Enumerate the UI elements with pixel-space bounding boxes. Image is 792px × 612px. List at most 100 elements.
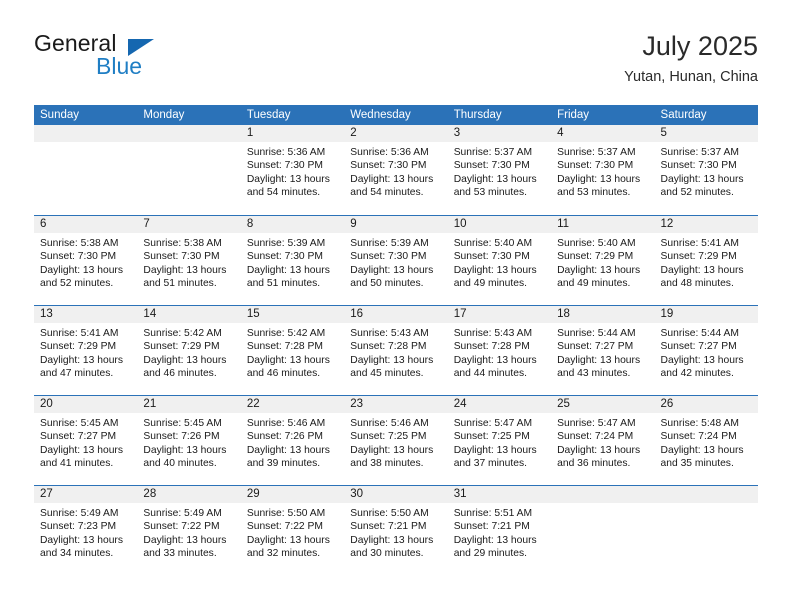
weekday-header-wednesday: Wednesday [350, 109, 411, 121]
sunset-text: Sunset: 7:30 PM [453, 160, 530, 172]
day-number: 30 [344, 486, 448, 503]
sunrise-text: Sunrise: 5:42 AM [143, 328, 222, 339]
sunrise-text: Sunrise: 5:37 AM [453, 147, 533, 158]
day-details: Sunrise: 5:50 AM Sunset: 7:21 PM Daylight:… [344, 503, 447, 561]
calendar-day-cell[interactable]: 17 Sunrise: 5:43 AM Sunset: 7:28 PM Dayligh… [447, 306, 552, 395]
day-number: 27 [34, 486, 138, 503]
calendar-week-row: 20 Sunrise: 5:45 AM Sunset: 7:27 PM Dayligh… [34, 395, 758, 485]
day-details: Sunrise: 5:43 AM Sunset: 7:28 PM Daylight:… [344, 323, 447, 381]
calendar-day-cell[interactable]: 1 Sunrise: 5:36 AM Sunset: 7:30 PM Daylight… [240, 125, 345, 215]
day-number: 17 [447, 306, 552, 323]
calendar-day-cell[interactable]: 8 Sunrise: 5:39 AM Sunset: 7:30 PM Daylight… [240, 216, 345, 305]
sunset-text: Sunset: 7:30 PM [350, 251, 427, 263]
daylight-text: Daylight: 13 hours and 54 minutes. [350, 173, 434, 199]
day-details: Sunrise: 5:45 AM Sunset: 7:27 PM Daylight:… [34, 413, 137, 471]
calendar-day-cell[interactable]: 13 Sunrise: 5:41 AM Sunset: 7:29 PM Dayligh… [34, 306, 138, 395]
day-number: 26 [654, 396, 758, 413]
calendar-day-cell[interactable]: 22 Sunrise: 5:46 AM Sunset: 7:26 PM Dayligh… [240, 396, 345, 485]
sunset-text: Sunset: 7:28 PM [246, 341, 323, 353]
calendar-page: General Blue July 2025 Yutan, Hunan, Chi… [0, 0, 792, 612]
sunrise-text: Sunrise: 5:48 AM [660, 418, 739, 429]
calendar-day-cell[interactable]: 15 Sunrise: 5:42 AM Sunset: 7:28 PM Dayligh… [240, 306, 345, 395]
day-number: 29 [240, 486, 345, 503]
calendar-day-cell[interactable]: 10 Sunrise: 5:40 AM Sunset: 7:30 PM Dayligh… [447, 216, 552, 305]
weekday-header-thursday: Thursday [453, 109, 502, 121]
calendar-day-cell[interactable]: 7 Sunrise: 5:38 AM Sunset: 7:30 PM Daylight… [137, 216, 241, 305]
sunset-text: Sunset: 7:30 PM [350, 160, 427, 172]
calendar-day-cell[interactable]: 12 Sunrise: 5:41 AM Sunset: 7:29 PM Dayligh… [654, 216, 758, 305]
sunset-text: Sunset: 7:30 PM [246, 251, 323, 263]
sunset-text: Sunset: 7:30 PM [246, 160, 323, 172]
sunset-text: Sunset: 7:29 PM [557, 251, 634, 263]
calendar-day-cell[interactable]: 23 Sunrise: 5:46 AM Sunset: 7:25 PM Dayligh… [344, 396, 448, 485]
sunset-text: Sunset: 7:24 PM [660, 431, 737, 443]
day-number: 31 [447, 486, 552, 503]
weekday-header-friday: Friday [557, 109, 590, 121]
calendar-day-cell[interactable]: 3 Sunrise: 5:37 AM Sunset: 7:30 PM Daylight… [447, 125, 552, 215]
daylight-text: Daylight: 13 hours and 46 minutes. [246, 354, 330, 380]
calendar-day-cell[interactable]: 24 Sunrise: 5:47 AM Sunset: 7:25 PM Dayligh… [447, 396, 552, 485]
day-number: 21 [137, 396, 241, 413]
sunset-text: Sunset: 7:22 PM [143, 521, 220, 533]
sunset-text: Sunset: 7:30 PM [40, 251, 117, 263]
calendar-day-cell[interactable]: 25 Sunrise: 5:47 AM Sunset: 7:24 PM Dayligh… [551, 396, 655, 485]
sunrise-text: Sunrise: 5:44 AM [660, 328, 739, 339]
day-details: Sunrise: 5:44 AM Sunset: 7:27 PM Daylight:… [551, 323, 654, 381]
calendar-day-cell[interactable]: 11 Sunrise: 5:40 AM Sunset: 7:29 PM Dayligh… [551, 216, 655, 305]
calendar-day-cell[interactable]: 14 Sunrise: 5:42 AM Sunset: 7:29 PM Dayligh… [137, 306, 241, 395]
day-details: Sunrise: 5:37 AM Sunset: 7:30 PM Daylight:… [448, 142, 551, 200]
calendar-day-cell[interactable]: 4 Sunrise: 5:37 AM Sunset: 7:30 PM Daylight… [551, 125, 655, 215]
daylight-text: Daylight: 13 hours and 42 minutes. [660, 354, 744, 380]
sunset-text: Sunset: 7:29 PM [143, 341, 220, 353]
day-number [137, 125, 241, 142]
calendar-day-cell[interactable]: 31 Sunrise: 5:51 AM Sunset: 7:21 PM Dayligh… [447, 486, 552, 575]
sunset-text: Sunset: 7:21 PM [453, 521, 530, 533]
sunset-text: Sunset: 7:27 PM [40, 431, 117, 443]
weekday-header-sunday: Sunday [40, 109, 80, 121]
calendar-day-cell[interactable]: 19 Sunrise: 5:44 AM Sunset: 7:27 PM Dayligh… [654, 306, 758, 395]
calendar-day-cell[interactable]: 20 Sunrise: 5:45 AM Sunset: 7:27 PM Dayligh… [34, 396, 138, 485]
sunrise-text: Sunrise: 5:39 AM [350, 238, 429, 249]
calendar-day-cell[interactable]: 18 Sunrise: 5:44 AM Sunset: 7:27 PM Dayligh… [551, 306, 655, 395]
sunset-text: Sunset: 7:30 PM [143, 251, 220, 263]
page-subtitle: Yutan, Hunan, China [624, 69, 758, 85]
calendar-day-cell[interactable]: 29 Sunrise: 5:50 AM Sunset: 7:22 PM Dayligh… [240, 486, 345, 575]
day-number [551, 486, 655, 503]
daylight-text: Daylight: 13 hours and 49 minutes. [453, 264, 537, 290]
sunset-text: Sunset: 7:22 PM [246, 521, 323, 533]
sunrise-text: Sunrise: 5:42 AM [246, 328, 326, 339]
day-number: 4 [551, 125, 655, 142]
sunset-text: Sunset: 7:26 PM [143, 431, 220, 443]
calendar-day-cell[interactable]: 26 Sunrise: 5:48 AM Sunset: 7:24 PM Dayligh… [654, 396, 758, 485]
day-number: 2 [344, 125, 448, 142]
sunrise-text: Sunrise: 5:43 AM [350, 328, 429, 339]
daylight-text: Daylight: 13 hours and 51 minutes. [143, 264, 227, 290]
calendar-day-cell[interactable]: 9 Sunrise: 5:39 AM Sunset: 7:30 PM Daylight… [344, 216, 448, 305]
calendar-day-cell[interactable]: 28 Sunrise: 5:49 AM Sunset: 7:22 PM Dayligh… [137, 486, 241, 575]
daylight-text: Daylight: 13 hours and 53 minutes. [557, 173, 641, 199]
day-details: Sunrise: 5:44 AM Sunset: 7:27 PM Daylight:… [655, 323, 758, 381]
daylight-text: Daylight: 13 hours and 49 minutes. [557, 264, 641, 290]
calendar-day-cell[interactable]: 27 Sunrise: 5:49 AM Sunset: 7:23 PM Dayligh… [34, 486, 138, 575]
calendar-week-row: 1 Sunrise: 5:36 AM Sunset: 7:30 PM Daylight… [34, 125, 758, 215]
daylight-text: Daylight: 13 hours and 43 minutes. [557, 354, 641, 380]
calendar-day-cell[interactable]: 21 Sunrise: 5:45 AM Sunset: 7:26 PM Dayligh… [137, 396, 241, 485]
sunset-text: Sunset: 7:30 PM [453, 251, 530, 263]
daylight-text: Daylight: 13 hours and 39 minutes. [246, 444, 330, 470]
calendar-day-cell[interactable]: 6 Sunrise: 5:38 AM Sunset: 7:30 PM Daylight… [34, 216, 138, 305]
day-details: Sunrise: 5:42 AM Sunset: 7:28 PM Daylight:… [241, 323, 344, 381]
daylight-text: Daylight: 13 hours and 51 minutes. [246, 264, 330, 290]
calendar-day-cell[interactable]: 5 Sunrise: 5:37 AM Sunset: 7:30 PM Daylight… [654, 125, 758, 215]
calendar-week-row: 6 Sunrise: 5:38 AM Sunset: 7:30 PM Daylight… [34, 215, 758, 305]
calendar-day-cell[interactable]: 16 Sunrise: 5:43 AM Sunset: 7:28 PM Dayligh… [344, 306, 448, 395]
day-number: 1 [240, 125, 345, 142]
daylight-text: Daylight: 13 hours and 37 minutes. [453, 444, 537, 470]
sunrise-text: Sunrise: 5:45 AM [143, 418, 222, 429]
sunset-text: Sunset: 7:28 PM [350, 341, 427, 353]
sunset-text: Sunset: 7:27 PM [557, 341, 634, 353]
calendar-day-cell[interactable]: 30 Sunrise: 5:50 AM Sunset: 7:21 PM Dayligh… [344, 486, 448, 575]
calendar-day-cell[interactable]: 2 Sunrise: 5:36 AM Sunset: 7:30 PM Daylight… [344, 125, 448, 215]
sunrise-text: Sunrise: 5:43 AM [453, 328, 533, 339]
sunset-text: Sunset: 7:26 PM [246, 431, 323, 443]
day-details: Sunrise: 5:39 AM Sunset: 7:30 PM Daylight:… [344, 233, 447, 291]
